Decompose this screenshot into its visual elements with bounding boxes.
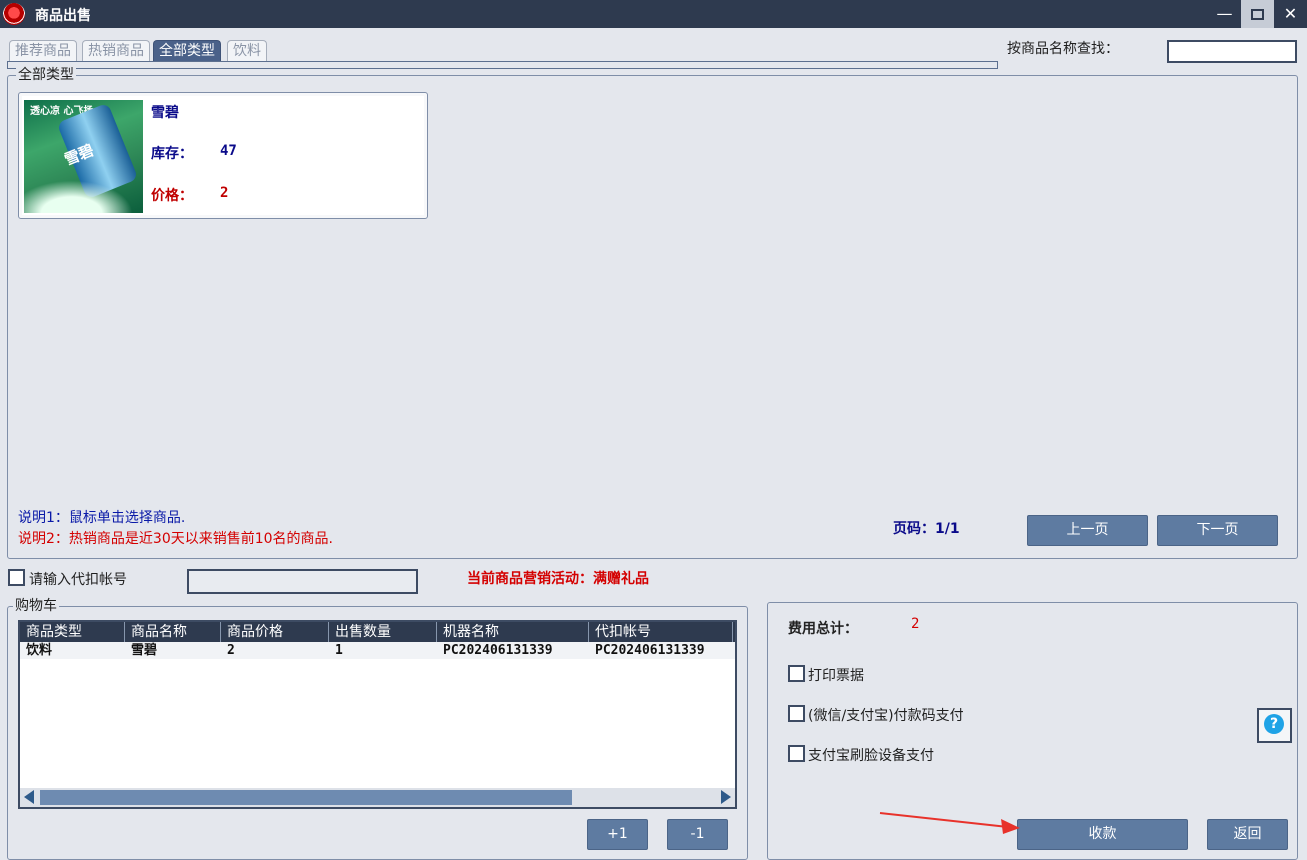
cell-machine: PC202406131339 <box>443 643 553 658</box>
total-value: 2 <box>911 616 920 632</box>
tab-recommended[interactable]: 推荐商品 <box>9 40 77 61</box>
cart-table[interactable]: 商品类型 商品名称 商品价格 出售数量 机器名称 代扣帐号 饮料 雪碧 2 1 … <box>18 620 737 809</box>
stock-label: 库存： <box>151 146 193 162</box>
tab-hot-selling[interactable]: 热销商品 <box>82 40 150 61</box>
maximize-icon <box>1251 9 1264 20</box>
increment-button[interactable]: +1 <box>587 819 648 850</box>
qr-payment-label: (微信/支付宝)付款码支付 <box>808 708 964 724</box>
scroll-left-icon[interactable] <box>24 790 34 804</box>
column-header[interactable]: 机器名称 <box>437 622 589 642</box>
close-button[interactable]: ✕ <box>1274 0 1307 28</box>
cell-price: 2 <box>227 643 235 658</box>
price-label: 价格： <box>151 188 193 204</box>
column-header[interactable]: 商品类型 <box>20 622 125 642</box>
price-value: 2 <box>220 185 229 201</box>
back-button[interactable]: 返回 <box>1207 819 1288 850</box>
product-card-body: 透心凉 心飞扬 雪碧 雪碧 库存： 47 价格： 2 <box>22 96 424 215</box>
horizontal-scrollbar[interactable] <box>20 788 735 807</box>
print-receipt-label: 打印票据 <box>808 668 864 684</box>
search-input[interactable] <box>1167 40 1297 63</box>
cell-quantity: 1 <box>335 643 343 658</box>
tab-beverages[interactable]: 饮料 <box>227 40 267 61</box>
app-logo-icon <box>3 3 25 25</box>
cart-legend: 购物车 <box>13 598 59 614</box>
title-bar: 商品出售 — ✕ <box>0 0 1307 28</box>
collect-payment-button[interactable]: 收款 <box>1017 819 1188 850</box>
scroll-right-icon[interactable] <box>721 790 731 804</box>
decrement-button[interactable]: -1 <box>667 819 728 850</box>
product-name: 雪碧 <box>151 105 179 121</box>
prev-page-button[interactable]: 上一页 <box>1027 515 1148 546</box>
product-card[interactable]: 透心凉 心飞扬 雪碧 雪碧 库存： 47 价格： 2 <box>18 92 428 219</box>
search-label: 按商品名称查找： <box>1007 41 1119 57</box>
print-receipt-checkbox[interactable] <box>788 665 805 682</box>
help-icon: ? <box>1264 714 1284 734</box>
account-checkbox[interactable] <box>8 569 25 586</box>
tab-all-types[interactable]: 全部类型 <box>153 40 221 61</box>
column-header[interactable]: 出售数量 <box>329 622 437 642</box>
cart-table-header: 商品类型 商品名称 商品价格 出售数量 机器名称 代扣帐号 <box>20 622 735 642</box>
total-label: 费用总计： <box>788 621 858 637</box>
scrollbar-thumb[interactable] <box>40 790 572 805</box>
annotation-arrow-icon <box>879 812 1020 834</box>
face-payment-checkbox[interactable] <box>788 745 805 762</box>
product-image: 透心凉 心飞扬 雪碧 <box>24 100 143 213</box>
column-header[interactable]: 商品名称 <box>125 622 221 642</box>
splash-graphic <box>24 175 143 213</box>
cell-name: 雪碧 <box>131 643 158 658</box>
account-input[interactable] <box>187 569 418 594</box>
note-1: 说明1：鼠标单击选择商品. <box>18 510 186 526</box>
help-button[interactable]: ? <box>1257 708 1292 743</box>
stock-value: 47 <box>220 143 237 159</box>
account-checkbox-label: 请输入代扣帐号 <box>29 572 127 588</box>
page-indicator: 页码：1/1 <box>893 521 960 537</box>
cell-type: 饮料 <box>26 643 53 658</box>
cell-account: PC202406131339 <box>595 643 705 658</box>
qr-payment-checkbox[interactable] <box>788 705 805 722</box>
minimize-button[interactable]: — <box>1208 0 1241 28</box>
note-2: 说明2：热销商品是近30天以来销售前10名的商品. <box>18 531 333 547</box>
next-page-button[interactable]: 下一页 <box>1157 515 1278 546</box>
table-row[interactable]: 饮料 雪碧 2 1 PC202406131339 PC202406131339 <box>20 642 735 659</box>
tab-strip <box>7 61 998 69</box>
window-title: 商品出售 <box>35 8 91 24</box>
promotion-text: 当前商品营销活动：满赠礼品 <box>467 571 649 587</box>
column-header[interactable]: 商品价格 <box>221 622 329 642</box>
face-payment-label: 支付宝刷脸设备支付 <box>808 748 934 764</box>
column-header[interactable]: 代扣帐号 <box>589 622 733 642</box>
maximize-button[interactable] <box>1241 0 1274 28</box>
product-panel-legend: 全部类型 <box>16 67 76 83</box>
